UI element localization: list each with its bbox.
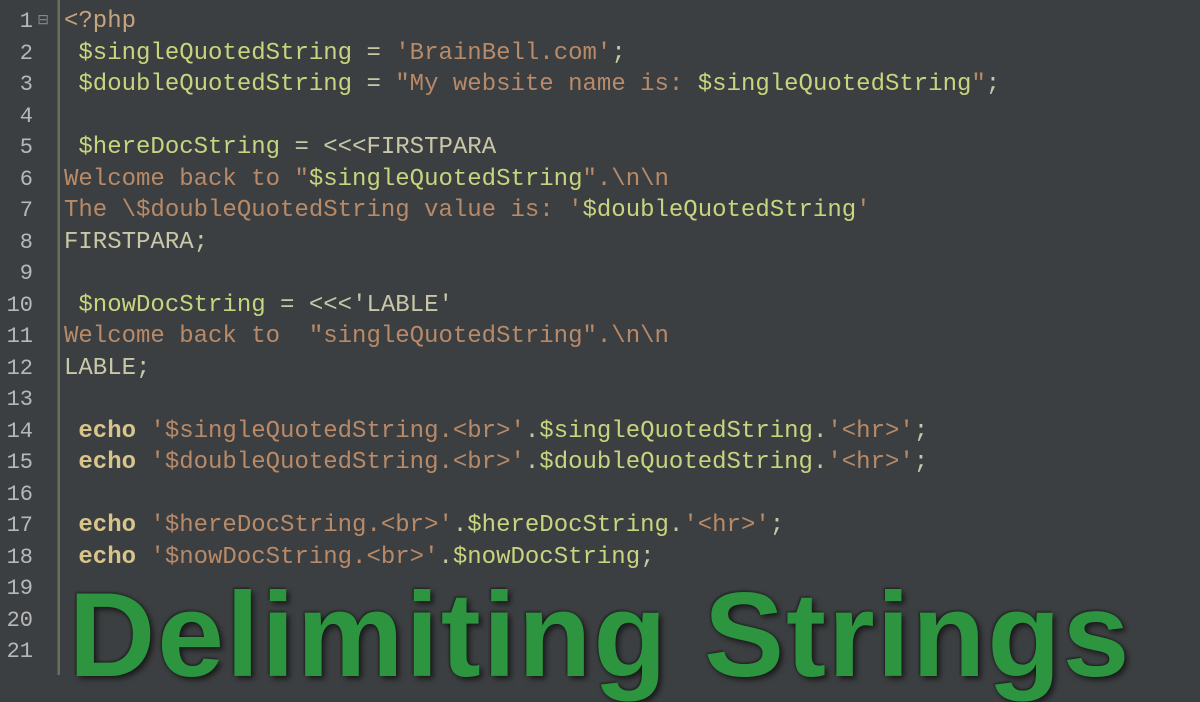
line-number: 3: [4, 69, 49, 101]
line-number: 10: [4, 290, 49, 322]
code-line[interactable]: [64, 384, 1200, 416]
code-line[interactable]: [64, 479, 1200, 511]
line-number: 5: [4, 132, 49, 164]
line-number-gutter: 1⊟23456789101112131415161718192021: [0, 0, 58, 675]
line-number: 16: [4, 479, 49, 511]
code-line[interactable]: [64, 573, 1200, 605]
line-number: 12: [4, 353, 49, 385]
code-line[interactable]: $hereDocString = <<<FIRSTPARA: [64, 132, 1200, 164]
code-line[interactable]: <?php: [64, 6, 1200, 38]
code-line[interactable]: [64, 636, 1200, 668]
line-number: 19: [4, 573, 49, 605]
code-line[interactable]: echo '$doubleQuotedString.<br>'.$doubleQ…: [64, 447, 1200, 479]
line-number: 20: [4, 605, 49, 637]
code-line[interactable]: [64, 258, 1200, 290]
line-number: 8: [4, 227, 49, 259]
code-line[interactable]: echo '$singleQuotedString.<br>'.$singleQ…: [64, 416, 1200, 448]
line-number: 13: [4, 384, 49, 416]
line-number: 15: [4, 447, 49, 479]
code-line[interactable]: Welcome back to "$singleQuotedString".\n…: [64, 164, 1200, 196]
line-number: 2: [4, 38, 49, 70]
line-number: 17: [4, 510, 49, 542]
line-number: 6: [4, 164, 49, 196]
code-area[interactable]: <?php $singleQuotedString = 'BrainBell.c…: [58, 0, 1200, 675]
code-line[interactable]: [64, 605, 1200, 637]
line-number: 4: [4, 101, 49, 133]
code-line[interactable]: [64, 101, 1200, 133]
code-line[interactable]: FIRSTPARA;: [64, 227, 1200, 259]
code-line[interactable]: The \$doubleQuotedString value is: '$dou…: [64, 195, 1200, 227]
code-line[interactable]: echo '$hereDocString.<br>'.$hereDocStrin…: [64, 510, 1200, 542]
code-editor: 1⊟23456789101112131415161718192021 <?php…: [0, 0, 1200, 675]
line-number: 14: [4, 416, 49, 448]
line-number: 9: [4, 258, 49, 290]
line-number: 21: [4, 636, 49, 668]
line-number: 18: [4, 542, 49, 574]
line-number: 11: [4, 321, 49, 353]
line-number: 7: [4, 195, 49, 227]
fold-toggle-icon[interactable]: ⊟: [37, 6, 49, 38]
code-line[interactable]: Welcome back to "singleQuotedString".\n\…: [64, 321, 1200, 353]
code-line[interactable]: $nowDocString = <<<'LABLE': [64, 290, 1200, 322]
code-line[interactable]: $doubleQuotedString = "My website name i…: [64, 69, 1200, 101]
code-line[interactable]: echo '$nowDocString.<br>'.$nowDocString;: [64, 542, 1200, 574]
line-number: 1⊟: [4, 6, 49, 38]
code-line[interactable]: LABLE;: [64, 353, 1200, 385]
code-line[interactable]: $singleQuotedString = 'BrainBell.com';: [64, 38, 1200, 70]
